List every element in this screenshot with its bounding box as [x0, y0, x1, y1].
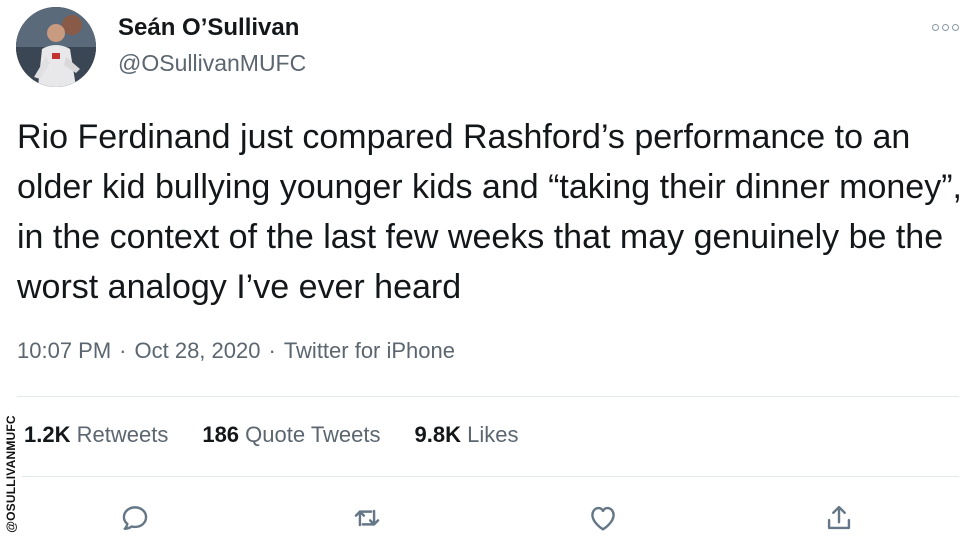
likes-stat[interactable]: 9.8K Likes	[415, 422, 519, 448]
tweet-card: Seán O’Sullivan @OSullivanMUFC Rio Ferdi…	[0, 0, 976, 549]
meta-separator: ·	[119, 338, 127, 363]
engagement-stats: 1.2K Retweets 186 Quote Tweets 9.8K Like…	[24, 422, 518, 448]
tweet-text: Rio Ferdinand just compared Rashford’s p…	[17, 118, 962, 306]
avatar-photo	[16, 7, 96, 87]
tweet-date[interactable]: Oct 28, 2020	[135, 338, 261, 363]
quote-tweets-stat[interactable]: 186 Quote Tweets	[202, 422, 380, 448]
like-icon	[591, 506, 615, 531]
more-options-icon[interactable]	[932, 20, 962, 34]
tweet-meta: 10:07 PM · Oct 28, 2020 · Twitter for iPhone	[17, 338, 455, 364]
meta-separator: ·	[268, 338, 276, 363]
reply-button[interactable]	[114, 497, 156, 539]
tweet-time[interactable]: 10:07 PM	[17, 338, 111, 363]
divider	[17, 396, 959, 397]
share-icon	[827, 505, 851, 530]
retweet-button[interactable]	[346, 497, 388, 539]
photo-credit-watermark: @OSULLIVANMUFC	[0, 398, 22, 549]
share-button[interactable]	[818, 497, 860, 539]
action-bar	[0, 497, 976, 539]
divider	[17, 476, 959, 477]
retweets-stat[interactable]: 1.2K Retweets	[24, 422, 168, 448]
retweet-icon	[354, 509, 380, 527]
user-handle[interactable]: @OSullivanMUFC	[118, 50, 306, 77]
display-name[interactable]: Seán O’Sullivan	[118, 14, 299, 42]
tweet-source[interactable]: Twitter for iPhone	[284, 338, 455, 363]
watermark-text: @OSULLIVANMUFC	[4, 414, 18, 533]
avatar[interactable]	[16, 7, 96, 87]
reply-icon	[122, 506, 148, 530]
like-button[interactable]	[582, 497, 624, 539]
